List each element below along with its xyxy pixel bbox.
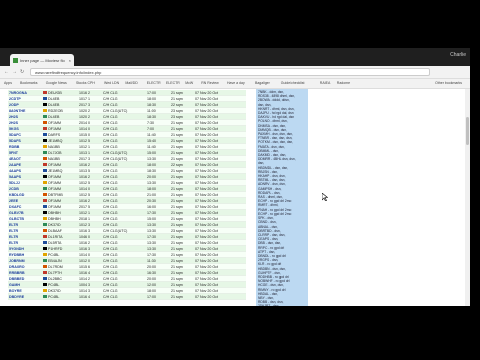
flag-icon bbox=[43, 259, 47, 263]
flag-icon bbox=[43, 235, 47, 239]
cell-date: 07 Nov 20 Oct bbox=[194, 293, 246, 300]
flag-icon bbox=[43, 289, 47, 293]
flag-icon bbox=[43, 175, 47, 179]
flag-icon bbox=[43, 121, 47, 125]
flag-icon bbox=[43, 109, 47, 113]
flag-icon bbox=[43, 103, 47, 107]
favicon-icon bbox=[13, 57, 18, 63]
flag-icon bbox=[43, 241, 47, 245]
panel-line: 2DKJPT - dsn, bbox=[258, 304, 306, 306]
flag-icon bbox=[43, 253, 47, 257]
flag-icon bbox=[43, 247, 47, 251]
flag-icon bbox=[43, 277, 47, 281]
reload-button[interactable]: ↻ bbox=[20, 69, 24, 75]
back-button[interactable]: ← bbox=[4, 69, 9, 75]
flag-icon bbox=[43, 187, 47, 191]
toolbar: ← → ↻ www.rarefindfrequency.info/index.p… bbox=[0, 66, 470, 79]
bookmark-item[interactable]: Other bookmarks bbox=[435, 81, 462, 85]
scrollbar-thumb[interactable] bbox=[466, 117, 469, 145]
flag-icon bbox=[43, 169, 47, 173]
close-icon[interactable]: × bbox=[69, 58, 71, 63]
flag-icon bbox=[43, 91, 47, 95]
notes-panel: 7NBK - ddm, dsn, RDS38 - 4898 dhml, dsn, 2… bbox=[256, 89, 308, 306]
flag-icon bbox=[43, 295, 47, 299]
mouse-cursor-icon bbox=[322, 193, 328, 201]
bookmark-item[interactable]: Radome bbox=[337, 81, 350, 85]
flag-icon bbox=[43, 193, 47, 197]
flag-icon bbox=[43, 223, 47, 227]
bookmark-item[interactable]: Guide/checklist bbox=[281, 81, 305, 85]
address-bar[interactable]: www.rarefindfrequency.info/index.php bbox=[30, 68, 430, 76]
flag-icon bbox=[43, 199, 47, 203]
flag-icon bbox=[43, 127, 47, 131]
bookmark-item[interactable]: Have a day bbox=[227, 81, 245, 85]
flag-icon bbox=[43, 271, 47, 275]
bookmark-item[interactable]: Bagaliger bbox=[255, 81, 270, 85]
flag-icon bbox=[43, 229, 47, 233]
flag-icon bbox=[43, 139, 47, 143]
profile-name[interactable]: Charlie bbox=[450, 52, 466, 58]
flag-icon bbox=[43, 283, 47, 287]
cell-mode: C/H CLG bbox=[102, 293, 146, 300]
browser-tab[interactable]: Inner page — Moviesr flo × bbox=[10, 54, 74, 66]
forward-button[interactable]: → bbox=[12, 69, 17, 75]
bookmark-item[interactable]: Bookmarks bbox=[20, 81, 38, 85]
flag-icon bbox=[43, 145, 47, 149]
cell-locator: PC4BL bbox=[42, 293, 78, 300]
listing-table: 7NROGNA DEU/GB 1016 2 C/H CLG 17:00 21 sqm 07 … bbox=[8, 90, 246, 300]
flag-icon bbox=[43, 97, 47, 101]
cell-power: 21 sqm bbox=[170, 293, 194, 300]
bookmark-item[interactable]: RAIEA bbox=[320, 81, 331, 85]
title-bar: Inner page — Moviesr flo × Charlie bbox=[0, 48, 470, 66]
flag-icon bbox=[43, 163, 47, 167]
flag-icon bbox=[43, 115, 47, 119]
bookmark-item[interactable]: Apps bbox=[4, 81, 12, 85]
bookmark-item[interactable]: ELECTR bbox=[166, 81, 180, 85]
cell-time: 17:00 bbox=[146, 293, 170, 300]
bookmark-item[interactable]: Wed LDN bbox=[104, 81, 119, 85]
bookmark-item[interactable]: McW bbox=[185, 81, 193, 85]
page-content: 7NROGNA DEU/GB 1016 2 C/H CLG 17:00 21 sqm 07 … bbox=[0, 89, 470, 306]
bookmark-item[interactable]: Mail/DD bbox=[125, 81, 137, 85]
flag-icon bbox=[43, 211, 47, 215]
scrollbar[interactable] bbox=[465, 89, 470, 306]
browser-window: Inner page — Moviesr flo × Charlie ← → ↻… bbox=[0, 48, 470, 306]
flag-icon bbox=[43, 181, 47, 185]
bookmark-item[interactable]: Stocks CPH bbox=[76, 81, 95, 85]
flag-icon bbox=[43, 151, 47, 155]
tab-title: Inner page — Moviesr flo bbox=[20, 57, 65, 63]
flag-icon bbox=[43, 133, 47, 137]
cell-frequency: 1016 4 bbox=[78, 293, 102, 300]
flag-icon bbox=[43, 217, 47, 221]
bookmarks-bar: Apps Bookmarks Google News Stocks CPH Wed LD… bbox=[0, 79, 470, 89]
flag-icon bbox=[43, 265, 47, 269]
table-row[interactable]: DBDYRE PC4BL 1016 4 C/H CLG 17:00 21 sqm 07 No… bbox=[8, 293, 246, 300]
bookmark-item[interactable]: Google News bbox=[46, 81, 67, 85]
bookmark-item[interactable]: RN Review bbox=[201, 81, 219, 85]
bookmark-item[interactable]: ELECTR bbox=[147, 81, 161, 85]
cell-callsign[interactable]: DBDYRE bbox=[8, 293, 42, 300]
flag-icon bbox=[43, 157, 47, 161]
flag-icon bbox=[43, 205, 47, 209]
